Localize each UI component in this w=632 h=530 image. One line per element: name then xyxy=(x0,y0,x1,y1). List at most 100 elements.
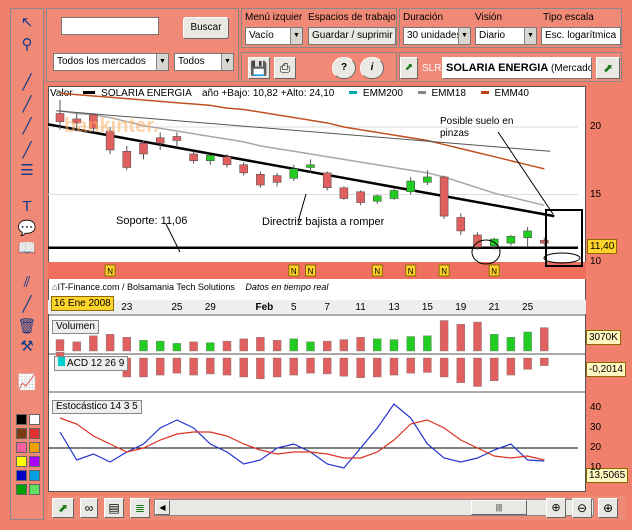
line-icon[interactable]: ╱ xyxy=(14,72,40,94)
text-icon[interactable]: T xyxy=(14,196,40,218)
line-icon[interactable]: ╱ xyxy=(14,294,40,316)
zoom-fit-icon[interactable]: ⊕ xyxy=(546,498,566,518)
scale-label: Tipo escala xyxy=(543,12,594,23)
parallel-icon[interactable]: ⫽ xyxy=(14,272,40,294)
color-swatch[interactable] xyxy=(29,470,40,481)
color-swatch[interactable] xyxy=(16,456,27,467)
macd-bar xyxy=(222,357,232,376)
macd-bar xyxy=(540,357,549,366)
calc-icon[interactable]: ▤ xyxy=(104,498,124,518)
macd-bar xyxy=(323,357,332,375)
line-icon[interactable]: ╱ xyxy=(14,94,40,116)
scale-select[interactable]: Esc. logarítmica xyxy=(541,27,621,45)
watermark: bankinter. xyxy=(64,115,159,137)
news-flag-label: N xyxy=(308,267,314,276)
trash-icon[interactable]: 🗑 xyxy=(14,316,40,338)
horizontal-scrollbar[interactable]: ◀ ||| ▶ xyxy=(154,499,594,516)
x-tick-label: 7 xyxy=(324,302,330,313)
candle xyxy=(506,236,516,244)
color-swatch[interactable] xyxy=(29,428,40,439)
chevron-down-icon: ▼ xyxy=(458,28,470,44)
volume-bar xyxy=(206,342,215,352)
volume-bar xyxy=(373,338,382,352)
macd-bar xyxy=(506,357,516,376)
candle xyxy=(206,155,215,161)
volume-title: Volumen xyxy=(52,320,99,334)
color-swatch[interactable] xyxy=(16,428,27,439)
color-swatch[interactable] xyxy=(29,484,40,495)
volume-bar xyxy=(473,321,482,352)
market-select[interactable]: Todos los mercados ▼ xyxy=(53,53,169,71)
date-tag: 16 Ene 2008 xyxy=(51,296,114,311)
cursor-icon[interactable]: ↖ xyxy=(14,12,40,34)
source-text: IT-Finance.com / Bolsamania Tech Solutio… xyxy=(57,282,235,292)
volume-bar xyxy=(122,337,132,352)
volume-bar xyxy=(356,337,365,352)
realtime-text: Datos en tiempo real xyxy=(245,282,329,292)
volume-bar xyxy=(506,337,516,352)
period-panel: Duración Visión Tipo escala 30 unidades ▼… xyxy=(399,8,622,48)
x-tick-label: 25 xyxy=(171,302,183,313)
link-icon[interactable]: ∞ xyxy=(80,498,98,518)
chart-icon[interactable]: 📈 xyxy=(14,372,40,394)
macd-bar xyxy=(373,357,382,378)
volume-tag: 3070K xyxy=(586,330,621,345)
stoch-tick: 10 xyxy=(590,462,602,473)
tools-icon[interactable]: ⚒ xyxy=(14,336,40,358)
help-icon[interactable]: ? xyxy=(332,57,356,79)
color-swatch[interactable] xyxy=(16,414,27,425)
macd-tag: -0,2014 xyxy=(586,362,626,377)
volume-bar xyxy=(406,336,415,352)
menu-left-select[interactable]: Vacío ▼ xyxy=(245,27,303,45)
filter-select[interactable]: Todos ▼ xyxy=(174,53,234,71)
spaces-label: Espacios de trabajo xyxy=(308,12,396,23)
color-swatch[interactable] xyxy=(16,442,27,453)
duration-select[interactable]: 30 unidades ▼ xyxy=(403,27,471,45)
x-tick-label: 11 xyxy=(355,302,366,313)
comment-icon[interactable]: 💬 xyxy=(14,218,40,240)
search-button[interactable]: Buscar xyxy=(183,17,229,39)
color-swatch[interactable] xyxy=(29,456,40,467)
file-actions: 💾 ⎙ ? i xyxy=(241,52,397,82)
zoom-icon[interactable]: ⚲ xyxy=(14,34,40,56)
color-swatch[interactable] xyxy=(16,470,27,481)
spaces-select[interactable]: Guardar / suprimir xyxy=(308,27,396,45)
candle xyxy=(155,137,165,144)
suelo-ellipse xyxy=(543,252,581,264)
save-icon[interactable]: 💾 xyxy=(248,57,270,79)
candle xyxy=(423,176,432,183)
prev-chart-icon[interactable]: ⬈ xyxy=(400,57,418,79)
vision-select[interactable]: Diario ▼ xyxy=(475,27,537,45)
fib-icon[interactable]: ☰ xyxy=(14,160,40,182)
candle xyxy=(189,153,198,161)
chart-icon[interactable]: ⬈ xyxy=(52,498,74,518)
macd-bar xyxy=(339,357,349,377)
info-icon[interactable]: i xyxy=(360,57,384,79)
line-icon[interactable]: ╱ xyxy=(14,116,40,138)
candle xyxy=(389,190,399,199)
next-chart-icon[interactable]: ⬈ xyxy=(596,57,620,79)
scroll-thumb[interactable]: ||| xyxy=(471,500,527,515)
color-swatch[interactable] xyxy=(29,414,40,425)
scroll-left-icon[interactable]: ◀ xyxy=(155,500,170,515)
duration-value: 30 unidades xyxy=(407,30,462,41)
macd-bar xyxy=(239,357,248,378)
macd-bar xyxy=(356,357,365,378)
ticker-name-box[interactable]: SOLARIA ENERGIA (Mercado xyxy=(442,57,592,79)
macd-bar xyxy=(389,357,399,376)
volume-bar xyxy=(55,339,65,352)
line-icon[interactable]: ╱ xyxy=(14,140,40,162)
zoom-out-icon[interactable]: ⊖ xyxy=(572,498,592,518)
news-flag-label: N xyxy=(107,267,113,276)
annotation-pointer xyxy=(497,131,554,215)
macd-swatch xyxy=(58,357,65,366)
book-icon[interactable]: 📖 xyxy=(14,238,40,260)
macd-bar xyxy=(206,357,215,375)
color-swatch[interactable] xyxy=(16,484,27,495)
print-icon[interactable]: ⎙ xyxy=(274,57,296,79)
color-swatch[interactable] xyxy=(29,442,40,453)
layers-icon[interactable]: ≣ xyxy=(130,498,150,518)
search-panel: Buscar Todos los mercados ▼ Todos ▼ xyxy=(46,8,239,82)
search-input[interactable] xyxy=(61,17,159,35)
zoom-in-icon[interactable]: ⊕ xyxy=(598,498,618,518)
